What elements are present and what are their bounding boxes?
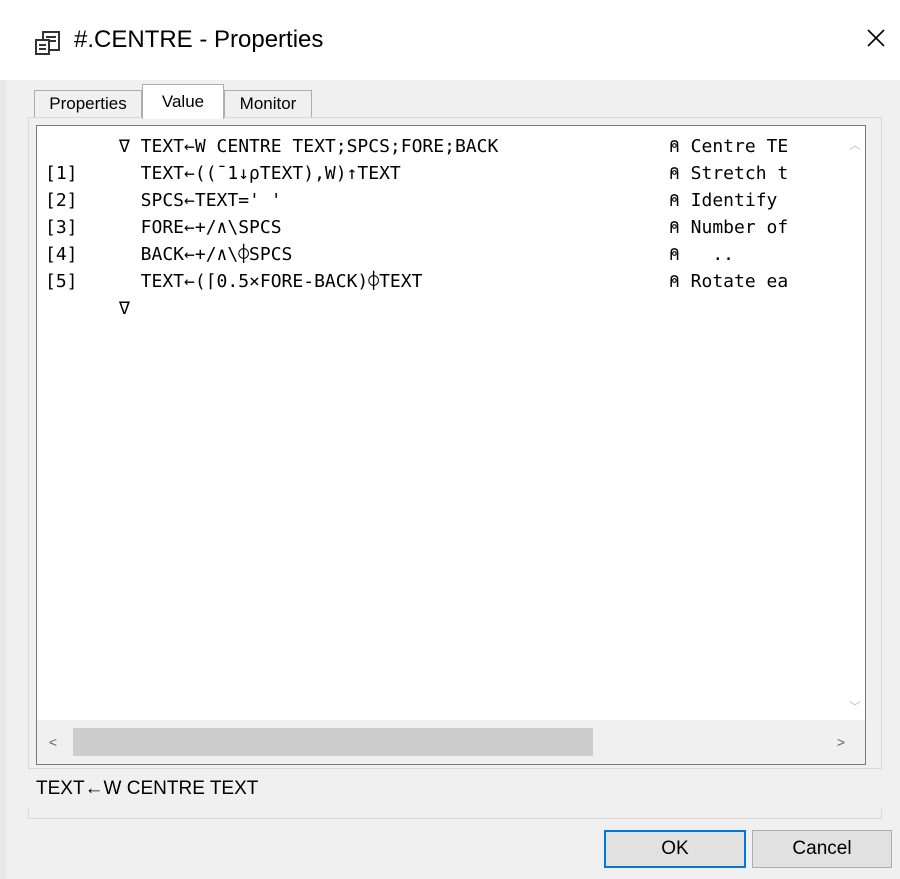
code-line: ∇ bbox=[37, 296, 845, 322]
line-number: [1] bbox=[45, 163, 78, 184]
scroll-left-icon[interactable]: < bbox=[43, 732, 63, 752]
scroll-down-icon[interactable]: ﹀ bbox=[845, 696, 865, 716]
code-text: TEXT←((¯1↓⍴TEXT),W)↑TEXT bbox=[119, 163, 401, 184]
code-line: [1] TEXT←((¯1↓⍴TEXT),W)↑TEXT ⍝ Stretch t bbox=[37, 161, 845, 187]
code-line: [2] SPCS←TEXT=' ' ⍝ Identify bbox=[37, 188, 845, 214]
window-title: #.CENTRE - Properties bbox=[74, 26, 324, 53]
ok-button[interactable]: OK bbox=[604, 830, 746, 868]
status-bar: TEXT←W CENTRE TEXT bbox=[28, 768, 882, 809]
code-line: [4] BACK←+/∧\⌽SPCS ⍝ .. bbox=[37, 242, 845, 268]
line-number: [3] bbox=[45, 217, 78, 238]
line-number: [2] bbox=[45, 190, 78, 211]
code-comment: ⍝ Centre TE bbox=[669, 136, 789, 157]
tab-value[interactable]: Value bbox=[142, 84, 224, 119]
tab-monitor[interactable]: Monitor bbox=[224, 90, 312, 117]
cancel-button[interactable]: Cancel bbox=[752, 830, 892, 868]
code-text: BACK←+/∧\⌽SPCS bbox=[119, 244, 293, 265]
code-line: [5] TEXT←(⌈0.5×FORE-BACK)⌽TEXT ⍝ Rotate … bbox=[37, 269, 845, 295]
code-line: [3] FORE←+/∧\SPCS ⍝ Number of bbox=[37, 215, 845, 241]
tab-strip: Properties Value Monitor bbox=[0, 80, 900, 119]
close-icon bbox=[867, 29, 885, 47]
code-line: ∇ TEXT←W CENTRE TEXT;SPCS;FORE;BACK ⍝ Ce… bbox=[37, 134, 845, 160]
code-text: FORE←+/∧\SPCS bbox=[119, 217, 282, 238]
code-comment: ⍝ Identify bbox=[669, 190, 789, 211]
vertical-scrollbar[interactable]: ︿ ﹀ bbox=[845, 126, 865, 720]
horizontal-scroll-thumb[interactable] bbox=[73, 728, 593, 756]
scroll-up-icon[interactable]: ︿ bbox=[845, 134, 865, 154]
code-editor[interactable]: ∇ TEXT←W CENTRE TEXT;SPCS;FORE;BACK ⍝ Ce… bbox=[36, 125, 866, 765]
code-comment: ⍝ Rotate ea bbox=[669, 271, 789, 292]
code-comment: ⍝ .. bbox=[669, 244, 735, 265]
tab-properties[interactable]: Properties bbox=[34, 90, 142, 117]
line-number: [5] bbox=[45, 271, 78, 292]
window-edge bbox=[0, 80, 6, 879]
code-text: ∇ TEXT←W CENTRE TEXT;SPCS;FORE;BACK bbox=[119, 136, 499, 157]
title-bar: #.CENTRE - Properties bbox=[0, 0, 900, 80]
horizontal-scrollbar[interactable]: < > bbox=[37, 720, 865, 764]
line-number: [4] bbox=[45, 244, 78, 265]
code-text: TEXT←(⌈0.5×FORE-BACK)⌽TEXT bbox=[119, 271, 423, 292]
code-text: ∇ bbox=[119, 298, 130, 319]
status-text: TEXT←W CENTRE TEXT bbox=[36, 778, 259, 799]
properties-window-icon bbox=[34, 30, 62, 61]
close-button[interactable] bbox=[852, 14, 900, 62]
code-text: SPCS←TEXT=' ' bbox=[119, 190, 282, 211]
code-comment: ⍝ Number of bbox=[669, 217, 789, 238]
code-comment: ⍝ Stretch t bbox=[669, 163, 789, 184]
code-area[interactable]: ∇ TEXT←W CENTRE TEXT;SPCS;FORE;BACK ⍝ Ce… bbox=[37, 126, 845, 720]
scroll-right-icon[interactable]: > bbox=[831, 732, 851, 752]
